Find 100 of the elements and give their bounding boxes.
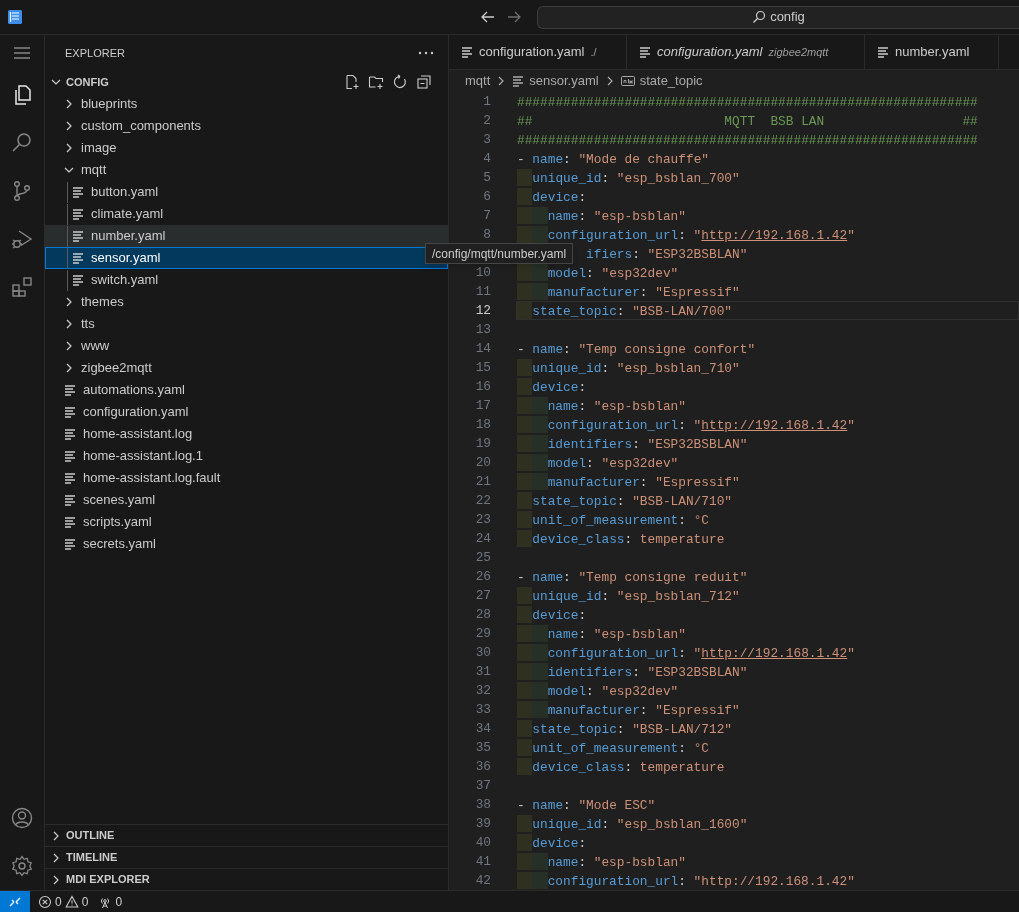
tree-item[interactable]: zigbee2mqtt (45, 357, 448, 379)
yaml-key: unit_of_measurement (532, 739, 679, 756)
command-search-field[interactable]: config (537, 5, 1019, 29)
tree-item[interactable]: climate.yaml (45, 203, 448, 225)
refresh-icon[interactable] (392, 74, 408, 90)
string-value: "ESP32BSBLAN" (647, 664, 748, 680)
file-lines-icon (72, 186, 84, 198)
tree-item[interactable]: themes (45, 291, 448, 313)
editor-tab[interactable]: configuration.yaml ./ (449, 35, 627, 69)
line-number: 36 (475, 759, 491, 774)
string-value: "Temp consigne reduit" (578, 569, 748, 585)
new-folder-icon[interactable] (368, 74, 384, 90)
line-number: 28 (475, 607, 491, 622)
line-number: 40 (475, 835, 491, 850)
punctuation: : (578, 208, 588, 224)
line-number: 7 (483, 208, 491, 223)
string-value: " (847, 417, 855, 433)
settings-icon[interactable] (10, 854, 34, 878)
indent-guide (532, 226, 548, 243)
yaml-key: name (547, 853, 579, 870)
ports-button[interactable]: 0 (98, 892, 123, 911)
line-number: 38 (475, 797, 491, 812)
yaml-key: identifiers (547, 435, 633, 452)
tree-item[interactable]: secrets.yaml (45, 533, 448, 555)
problems-button[interactable]: 0 0 (38, 892, 89, 911)
punctuation: : (632, 246, 641, 262)
punctuation: : (639, 702, 649, 718)
yaml-key: unique_id (532, 587, 602, 604)
punctuation: : (632, 664, 641, 680)
string-value: "Temp consigne confort" (578, 341, 756, 357)
line-number: 1 (483, 94, 491, 109)
indent-guide (517, 264, 533, 281)
breadcrumb-item[interactable]: mqtt (465, 71, 491, 91)
account-icon[interactable] (10, 806, 34, 830)
punctuation: : (563, 797, 572, 813)
tree-item[interactable]: automations.yaml (45, 379, 448, 401)
tree-item[interactable]: home-assistant.log.1 (45, 445, 448, 467)
string-value: "Mode de chauffe" (578, 151, 709, 167)
play-bug-icon[interactable] (10, 227, 34, 251)
forward-arrow-icon[interactable] (506, 9, 522, 25)
folder-header[interactable]: CONFIG (51, 73, 109, 91)
editor-tab[interactable]: configuration.yaml zigbee2mqtt (627, 35, 865, 69)
tree-item[interactable]: custom_components (45, 115, 448, 137)
blocks-icon[interactable] (10, 275, 34, 299)
string-value: "esp32dev" (601, 455, 679, 471)
new-file-icon[interactable] (344, 74, 360, 90)
string-symbol-icon (620, 75, 635, 87)
line-number: 25 (475, 550, 491, 565)
file-lines-icon (461, 46, 473, 58)
line-number: 26 (475, 569, 491, 584)
tree-item[interactable]: tts (45, 313, 448, 335)
string-value: "ESP32BSBLAN" (647, 436, 748, 452)
line-number: 27 (475, 588, 491, 603)
punctuation: - (517, 569, 526, 585)
back-arrow-icon[interactable] (480, 9, 496, 25)
string-value: "esp32dev" (601, 683, 679, 699)
tree-item[interactable]: scenes.yaml (45, 489, 448, 511)
tree-item[interactable]: home-assistant.log (45, 423, 448, 445)
tree-item[interactable]: blueprints (45, 93, 448, 115)
string-value: "esp_bsblan_1600" (616, 816, 748, 832)
indent-guide (517, 226, 533, 243)
editor-tab[interactable]: number.yaml (865, 35, 999, 69)
remote-icon (9, 895, 21, 908)
url-link[interactable]: http://192.168.1.42 (701, 644, 848, 661)
line-number: 3 (483, 132, 491, 147)
file-lines-icon (72, 252, 84, 264)
string-value: "esp-bsblan" (593, 854, 686, 870)
punctuation: : (678, 740, 687, 756)
url-link[interactable]: http://192.168.1.42 (701, 416, 848, 433)
tree-item[interactable]: configuration.yaml (45, 401, 448, 423)
tree-item[interactable]: image (45, 137, 448, 159)
breadcrumb-item[interactable]: state_topic (620, 71, 703, 91)
tree-item[interactable]: home-assistant.log.fault (45, 467, 448, 489)
tree-item[interactable]: button.yaml (45, 181, 448, 203)
collapse-all-icon[interactable] (416, 74, 432, 90)
breadcrumb-item[interactable]: sensor.yaml (512, 71, 599, 91)
tree-item[interactable]: www (45, 335, 448, 357)
punctuation: : (601, 360, 611, 376)
panel-title: EXPLORER (65, 45, 125, 61)
punctuation: : (586, 683, 595, 699)
line-number: 41 (475, 854, 491, 869)
yaml-key: state_topic (532, 302, 617, 319)
scalar-value: °C (693, 512, 709, 528)
file-lines-icon (72, 208, 84, 220)
url-link[interactable]: http://192.168.1.42 (701, 226, 848, 243)
tree-item[interactable]: mqtt (45, 159, 448, 181)
more-actions-icon[interactable] (418, 51, 434, 55)
file-lines-icon (64, 472, 76, 484)
section-header[interactable]: OUTLINE (45, 824, 448, 846)
chevron-right-icon (64, 297, 74, 307)
yaml-key: configuration_url (547, 644, 679, 661)
tree-item[interactable]: switch.yaml (45, 269, 448, 291)
yaml-key: device (532, 188, 579, 205)
line-number: 29 (475, 626, 491, 641)
tree-item[interactable]: number.yaml (45, 225, 448, 247)
punctuation: - (517, 797, 526, 813)
tree-item[interactable]: scripts.yaml (45, 511, 448, 533)
section-header[interactable]: TIMELINE (45, 846, 448, 868)
string-value: " (693, 227, 702, 243)
string-value: "Espressif" (655, 284, 740, 300)
